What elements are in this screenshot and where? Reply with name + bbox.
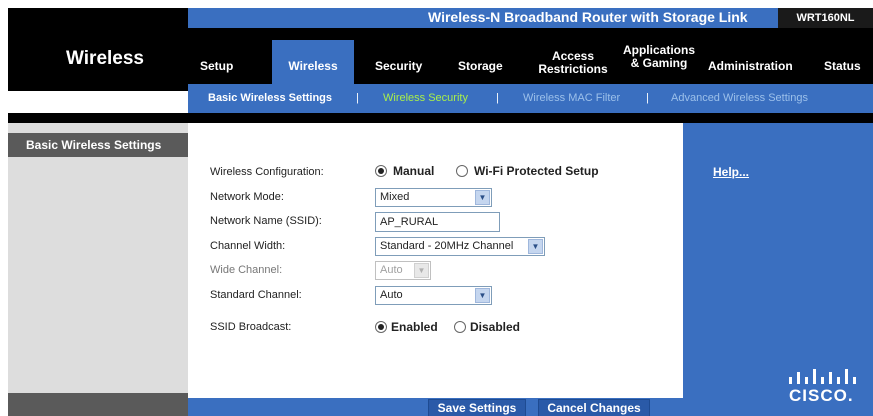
wireless-configuration-label: Wireless Configuration: <box>210 166 324 178</box>
tab-storage[interactable]: Storage <box>458 60 503 73</box>
help-link[interactable]: Help... <box>713 165 749 179</box>
manual-radio[interactable] <box>375 165 387 177</box>
enabled-radio-label: Enabled <box>391 320 438 334</box>
help-panel: Help... CISCO. <box>683 123 873 416</box>
subnav-wireless-mac-filter[interactable]: Wireless MAC Filter <box>523 92 620 104</box>
section-title: Wireless <box>66 48 144 69</box>
sidebar-heading-label: Basic Wireless Settings <box>26 138 162 152</box>
subnav-separator: | <box>496 92 499 104</box>
standard-channel-label: Standard Channel: <box>210 289 302 301</box>
cisco-bars-icon <box>789 369 856 384</box>
tab-applications-gaming[interactable]: Applications & Gaming <box>618 44 700 70</box>
ssid-broadcast-label: SSID Broadcast: <box>210 321 292 333</box>
wide-channel-label: Wide Channel: <box>210 264 283 276</box>
cancel-changes-button[interactable]: Cancel Changes <box>538 399 650 416</box>
model-badge: WRT160NL <box>778 8 873 28</box>
product-title: Wireless-N Broadband Router with Storage… <box>428 9 748 25</box>
divider-strip <box>8 113 873 123</box>
save-settings-button[interactable]: Save Settings <box>428 399 526 416</box>
network-mode-label: Network Mode: <box>210 191 284 203</box>
action-bar: Save Settings Cancel Changes <box>188 398 683 416</box>
main-tabs: Setup Wireless Security Storage Access R… <box>188 28 873 84</box>
router-admin-page: Wireless-N Broadband Router with Storage… <box>0 0 873 416</box>
wps-radio[interactable] <box>456 165 468 177</box>
subnav-separator: | <box>356 92 359 104</box>
channel-width-label: Channel Width: <box>210 240 286 252</box>
ssid-input[interactable]: AP_RURAL <box>375 212 500 232</box>
wps-radio-label: Wi-Fi Protected Setup <box>474 164 599 178</box>
tab-wireless[interactable]: Wireless <box>272 40 354 84</box>
enabled-radio[interactable] <box>375 321 387 333</box>
chevron-down-icon: ▼ <box>414 263 429 278</box>
tab-setup[interactable]: Setup <box>200 60 233 73</box>
tab-access-restrictions[interactable]: Access Restrictions <box>533 50 613 76</box>
wide-channel-select: Auto ▼ <box>375 261 431 280</box>
manual-radio-label: Manual <box>393 164 435 178</box>
subnav-separator: | <box>646 92 649 104</box>
sub-navigation: Basic Wireless Settings | Wireless Secur… <box>188 84 873 113</box>
tab-security[interactable]: Security <box>375 60 422 73</box>
subnav-basic-wireless-settings[interactable]: Basic Wireless Settings <box>208 92 332 104</box>
disabled-radio[interactable] <box>454 321 466 333</box>
section-heading-block: Wireless <box>8 8 188 91</box>
chevron-down-icon: ▼ <box>475 190 490 205</box>
tab-status[interactable]: Status <box>824 60 861 73</box>
standard-channel-value: Auto <box>380 289 403 301</box>
network-mode-value: Mixed <box>380 191 410 203</box>
sidebar-heading: Basic Wireless Settings <box>8 133 188 157</box>
cisco-logo: CISCO. <box>787 369 867 409</box>
disabled-radio-label: Disabled <box>470 320 521 334</box>
tab-administration[interactable]: Administration <box>708 60 793 73</box>
channel-width-value: Standard - 20MHz Channel <box>380 240 514 252</box>
standard-channel-select[interactable]: Auto ▼ <box>375 286 492 305</box>
product-title-bar: Wireless-N Broadband Router with Storage… <box>188 8 873 28</box>
chevron-down-icon: ▼ <box>528 239 543 254</box>
network-mode-select[interactable]: Mixed ▼ <box>375 188 492 207</box>
subnav-advanced-wireless-settings[interactable]: Advanced Wireless Settings <box>671 92 808 104</box>
sidebar-footer <box>8 393 188 416</box>
subnav-wireless-security[interactable]: Wireless Security <box>383 92 468 104</box>
wide-channel-value: Auto <box>380 264 403 276</box>
channel-width-select[interactable]: Standard - 20MHz Channel ▼ <box>375 237 545 256</box>
chevron-down-icon: ▼ <box>475 288 490 303</box>
cisco-wordmark: CISCO. <box>789 386 854 405</box>
sidebar: Basic Wireless Settings <box>8 123 188 416</box>
settings-form: Wireless Configuration: Manual Wi-Fi Pro… <box>188 123 683 416</box>
ssid-label: Network Name (SSID): <box>210 215 322 227</box>
